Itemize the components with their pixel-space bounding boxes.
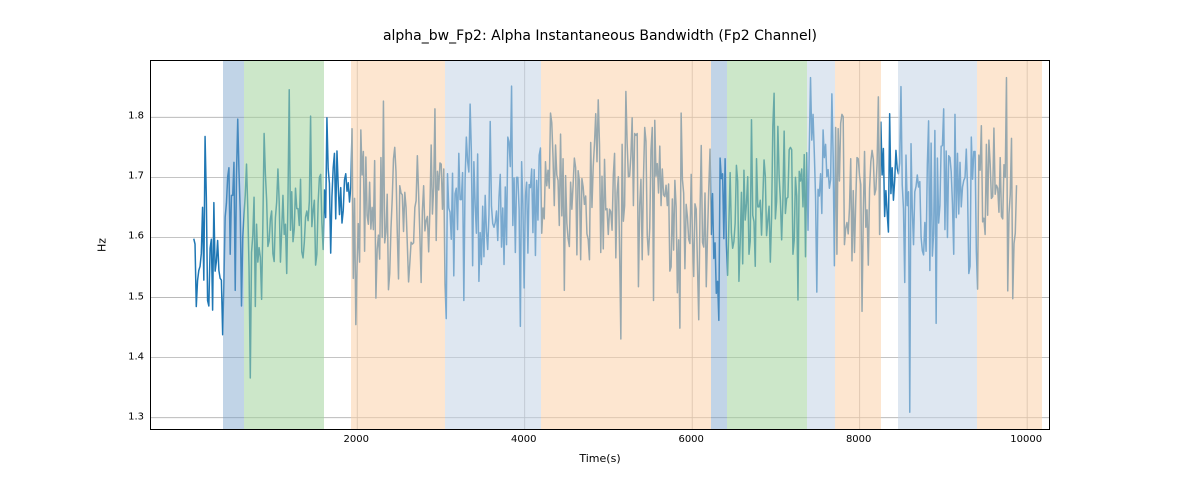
y-tick: 1.8 [128, 111, 144, 122]
band [541, 61, 595, 429]
figure: alpha_bw_Fp2: Alpha Instantaneous Bandwi… [0, 0, 1200, 500]
band [596, 61, 711, 429]
band [711, 61, 728, 429]
y-tick: 1.7 [128, 171, 144, 182]
x-tick: 6000 [678, 434, 703, 445]
band [351, 61, 446, 429]
band [807, 61, 835, 429]
x-tick: 2000 [343, 434, 368, 445]
band [977, 61, 1042, 429]
y-tick: 1.3 [128, 411, 144, 422]
x-tick: 4000 [511, 434, 536, 445]
band [898, 61, 977, 429]
band [445, 61, 541, 429]
y-tick: 1.4 [128, 351, 144, 362]
y-tick: 1.5 [128, 291, 144, 302]
x-axis-label: Time(s) [150, 452, 1050, 465]
chart-title: alpha_bw_Fp2: Alpha Instantaneous Bandwi… [0, 28, 1200, 44]
band [223, 61, 244, 429]
band [727, 61, 807, 429]
band [835, 61, 881, 429]
x-tick: 8000 [846, 434, 871, 445]
plot-area [150, 60, 1050, 430]
y-axis-label: Hz [96, 238, 109, 252]
y-tick: 1.6 [128, 231, 144, 242]
band [244, 61, 324, 429]
x-tick: 10000 [1010, 434, 1042, 445]
